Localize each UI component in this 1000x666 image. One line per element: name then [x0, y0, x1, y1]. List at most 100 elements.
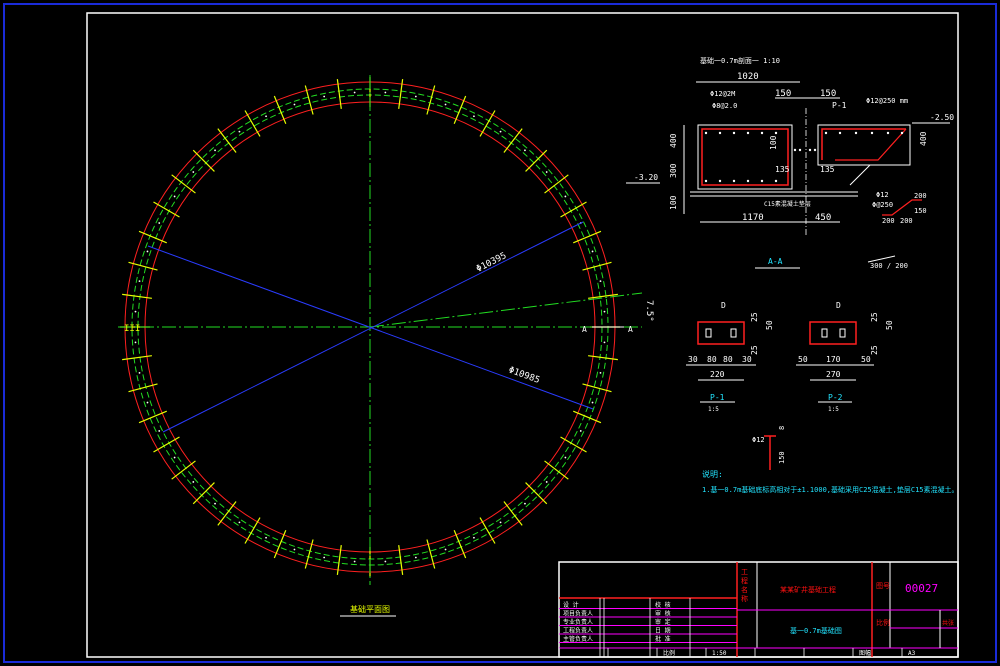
rebar-dot [704, 179, 708, 183]
rebar-dot [718, 131, 722, 135]
label-phi12d: Φ@250 [872, 201, 893, 209]
anchor-dot [599, 280, 602, 283]
anchor-dot [293, 548, 296, 551]
tb-bottom-cell: A3 [908, 650, 916, 657]
rebar-dot [886, 131, 890, 135]
anchor-dot [173, 195, 176, 198]
dim-200a: 200 [914, 192, 927, 200]
rebar-dot [774, 131, 778, 135]
anchor-dot [323, 556, 326, 559]
anchor-dot [499, 130, 502, 133]
notes: 说明: 1.基一0.7m基础底标高相对于±1.1000,基础采用C25混凝土,垫… [702, 469, 959, 494]
tb-field-no: 图号 [876, 582, 890, 590]
p1-total: 220 [710, 370, 725, 379]
rebar-dot [813, 148, 817, 152]
p1-d50: 50 [765, 320, 774, 330]
rebar-tick [525, 482, 548, 505]
tb-bottom-cell: 图幅 [859, 649, 871, 657]
rebar-dot [732, 179, 736, 183]
hook-detail: Φ12 8 150 [752, 426, 786, 470]
foundation-plan: Φ10395 Φ10985 7.5° III A A 基础平面图 [118, 75, 654, 617]
notes-heading: 说明: [702, 469, 723, 479]
anchor-dot [564, 195, 567, 198]
p2-d25a: 25 [870, 312, 879, 322]
title-block: 设 计校 核项目负责人审 核专业负责人审 定工程负责人日 期主管负责人批 准比例… [558, 561, 959, 658]
p1-d-top: D [721, 301, 726, 310]
footing-right-outline [817, 124, 911, 166]
p2-hole-1 [821, 328, 828, 338]
tb-col-a-3: 名 [741, 585, 748, 594]
tb-sheet-label: 共张 [942, 619, 954, 627]
p2-total: 270 [826, 370, 841, 379]
anchor-dot [265, 536, 267, 539]
dia-label-1: Φ10395 [475, 251, 509, 275]
hook-d8: 8 [778, 426, 786, 430]
tb-col-a-2: 程 [741, 576, 748, 585]
dim-200c: 200 [900, 217, 913, 225]
anchor-dot [238, 521, 241, 524]
dim-400l: 400 [669, 133, 678, 148]
slope-rebar [835, 128, 907, 161]
anchor-dot [384, 91, 387, 94]
anchor-dot [173, 456, 176, 459]
p1-d25b: 25 [750, 345, 759, 355]
section-mark-right: A [628, 325, 633, 334]
p2-b2: 170 [826, 355, 841, 364]
rebar-tick [192, 149, 215, 172]
label-phi8: Φ8@2.0 [712, 102, 737, 110]
anchor-dot [545, 481, 548, 483]
anchor-dot [138, 280, 141, 283]
dim-450: 450 [815, 213, 831, 223]
tb-scale-label: 比例 [876, 618, 890, 627]
rebar-tick [273, 95, 287, 124]
p1-plate [697, 321, 745, 345]
anchor-dot [414, 556, 417, 559]
notes-line-1: 1.基一0.7m基础底标高相对于±1.1000,基础采用C25混凝土,垫层C15… [702, 485, 959, 494]
rebar-dot [798, 148, 802, 152]
rebar-tick [138, 230, 167, 244]
rebar-dot [838, 131, 842, 135]
dim-200b: 200 [882, 217, 895, 225]
anchor-dot [603, 341, 606, 344]
label-phi12b: Φ12@250 mm [866, 97, 908, 105]
tb-bottom-cell: 比例 [663, 649, 675, 657]
anchor-dot [473, 115, 475, 118]
anchor-dot [591, 250, 594, 253]
dim-150c: 150 [914, 207, 927, 215]
p2-b1: 50 [798, 355, 808, 364]
rebar-dot [793, 148, 797, 152]
p2-b3: 50 [861, 355, 871, 364]
anchor-dot [214, 149, 216, 152]
p1-b2: 80 [707, 355, 717, 364]
rebar-dot [870, 131, 874, 135]
dim-100c: 100 [769, 135, 778, 150]
anchor-dot [353, 560, 356, 563]
dim-150b: 150 [820, 89, 836, 99]
anchor-dot [414, 95, 417, 98]
left-marker: III [124, 324, 140, 334]
anchor-dot [524, 149, 526, 152]
rebar-tick [453, 530, 467, 559]
rebar-dot [704, 131, 708, 135]
p2-d25b: 25 [870, 345, 879, 355]
dim-100l: 100 [669, 195, 678, 210]
tb-col-a-1: 工 [741, 568, 748, 576]
rebar-dot [746, 179, 750, 183]
anchor-dot [192, 481, 195, 483]
anchor-dot [134, 310, 137, 313]
p1-b1: 30 [688, 355, 698, 364]
dim-1020: 1020 [737, 72, 759, 82]
label-level-left: -3.20 [634, 173, 658, 182]
rebar-tick [503, 128, 523, 153]
p1-label: P-1 [710, 393, 725, 402]
anchor-dot [524, 502, 526, 505]
tb-row-role: 项目负责人 [563, 610, 593, 618]
tb-row-sign: 审 核 [655, 610, 671, 618]
tb-row-role: 主管负责人 [563, 635, 593, 643]
anchor-dot [499, 521, 502, 524]
anchor-dot [473, 536, 475, 539]
anchor-dot [323, 95, 326, 98]
tb-row-sign: 校 核 [655, 601, 671, 609]
anchor-dot [265, 115, 267, 118]
dia-label-2: Φ10985 [507, 365, 541, 386]
